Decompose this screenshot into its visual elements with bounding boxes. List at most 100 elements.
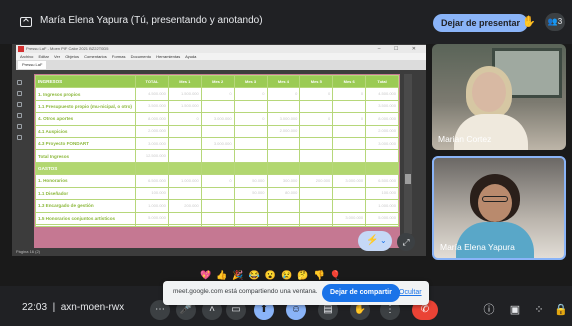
column-header: Mes 3 <box>233 74 268 89</box>
bookmark-icon[interactable] <box>17 91 22 96</box>
participant-name: María Elena Yapura <box>440 242 515 252</box>
table-cell <box>233 149 268 163</box>
scrollbar-thumb[interactable] <box>405 174 411 184</box>
stop-presenting-button[interactable]: Dejar de presentar <box>433 14 529 32</box>
table-row: 1. Honorarios 6.500.000 1.000.000 0 50.000 30… <box>35 174 399 188</box>
menu-item[interactable]: Herramientas <box>156 54 180 59</box>
table-cell: 2.000.000 <box>365 124 399 139</box>
meeting-code: axn-moen-rwx <box>60 302 125 313</box>
table-cell <box>266 99 301 114</box>
info-icon[interactable]: ⓘ <box>482 303 496 317</box>
section-row: GASTOS <box>35 161 399 176</box>
table-cell <box>299 199 334 213</box>
window-controls[interactable]: – ☐ ✕ <box>378 45 422 53</box>
table-cell <box>332 99 367 114</box>
table-cell <box>167 149 202 163</box>
table-cell <box>332 149 367 163</box>
table-cell: 0 <box>332 87 367 101</box>
chevron-down-icon[interactable]: ⌄ <box>380 235 387 247</box>
shared-screen: Pressu LaF - Moen PIF Calor 2021 BZ22T0D… <box>12 44 426 256</box>
hide-link[interactable]: Ocultar <box>399 289 422 296</box>
row-label: 1.1 Presupuesto propio (mu-nicipal, o ot… <box>35 99 136 114</box>
menu-item[interactable]: Editar <box>38 54 48 59</box>
table-cell: 8.000.000 <box>365 112 399 126</box>
menu-item[interactable]: Archivo <box>20 54 33 59</box>
table-cell: 1.500.000 <box>167 87 202 101</box>
participant-tile[interactable]: Marian Cortez <box>432 44 566 150</box>
participant-name: Marian Cortez <box>438 134 492 144</box>
table-cell: 50.000 <box>233 174 268 188</box>
table-row: 4.3 Proyecto FONDART 3.000.000 3.000.000 3.… <box>35 137 399 151</box>
menu-item[interactable]: Ver <box>54 54 60 59</box>
menu-item[interactable]: Formas <box>112 54 126 59</box>
window-title-bar: Pressu LaF - Moen PIF Calor 2021 BZ22T0D… <box>16 45 426 53</box>
vertical-scrollbar[interactable] <box>404 74 412 234</box>
table-cell: 5.000.000 <box>365 211 399 225</box>
table-cell <box>332 199 367 213</box>
menu-item[interactable]: Documento <box>131 54 151 59</box>
table-cell: 3.000.000 <box>200 112 235 126</box>
chat-icon[interactable]: ▣ <box>508 303 522 317</box>
table-cell <box>299 99 334 114</box>
table-cell: 3.000.000 <box>135 137 169 151</box>
table-cell <box>233 223 268 228</box>
meeting-info: 22:03 | axn-moen-rwx <box>22 302 125 313</box>
people-icon: 👥 <box>547 17 558 26</box>
people-count-button[interactable]: 👥3 <box>545 13 565 31</box>
layers-icon[interactable] <box>17 124 22 129</box>
hand-icon[interactable]: ✋ <box>522 15 536 29</box>
table-cell: 6.500.000 <box>135 174 169 188</box>
page-thumbnail-icon[interactable] <box>17 80 22 85</box>
expand-icon[interactable]: ⤢ <box>397 233 415 251</box>
comment-icon[interactable] <box>17 113 22 118</box>
budget-table: INGRESOS TOTAL Mes 1 Mes 2 Mes 3 Mes 4 M… <box>35 74 399 228</box>
participant-body <box>456 222 534 258</box>
table-cell: 1.000.000 <box>135 199 169 213</box>
table-cell <box>200 211 235 225</box>
menu-item[interactable]: Objetos <box>65 54 79 59</box>
table-cell: 3.000.000 <box>266 112 301 126</box>
table-cell <box>332 124 367 139</box>
table-cell: 0 <box>200 87 235 101</box>
pen-icon[interactable]: ⚡ <box>366 235 378 247</box>
row-label: 1.5 Honorarios conjuntos artísticos <box>35 211 136 225</box>
attachment-icon[interactable] <box>17 135 22 140</box>
row-label: 1.1 Diseñador <box>35 186 136 201</box>
table-cell <box>266 199 301 213</box>
menu-item[interactable]: Ayuda <box>185 54 196 59</box>
row-label: 1. Ingresos propios <box>35 87 136 101</box>
reaction-emojis[interactable]: 💖👍🎉😂😮😢🤔👎🎈 <box>200 269 420 281</box>
table-row: Total Ingresos 12.500.000 <box>35 149 399 163</box>
table-cell <box>167 137 202 151</box>
row-label <box>35 223 136 228</box>
table-cell: 3.000.000 <box>332 174 367 188</box>
table-cell: 100.000 <box>365 186 399 201</box>
table-cell: 1.500.000 <box>167 99 202 114</box>
table-cell <box>299 211 334 225</box>
document-tab[interactable]: Pressu LaF <box>18 61 47 69</box>
table-row: 4. Otros aportes 8.000.000 0 3.000.000 0 3.00… <box>35 112 399 126</box>
menu-item[interactable]: Comentarios <box>84 54 107 59</box>
column-header: TOTAL <box>135 74 169 89</box>
table-row: 4.1 Auspicios 2.000.000 2.000.000 2.000.000 <box>35 124 399 139</box>
table-cell: 4.500.000 <box>365 87 399 101</box>
table-row: 1. Ingresos propios 4.500.000 1.500.000 0 0 0… <box>35 87 399 101</box>
table-cell: 0 <box>299 87 334 101</box>
host-controls-icon[interactable]: 🔒 <box>554 303 568 317</box>
table-cell: 0 <box>332 112 367 126</box>
search-icon[interactable] <box>17 102 22 107</box>
participant-tile-self[interactable]: María Elena Yapura <box>432 156 566 260</box>
table-cell: 3.000.000 <box>332 211 367 225</box>
table-cell <box>233 99 268 114</box>
column-header: Total <box>365 74 399 89</box>
table-cell: 0 <box>167 112 202 126</box>
table-cell <box>266 137 301 151</box>
stop-sharing-button[interactable]: Dejar de compartir <box>322 284 400 302</box>
table-cell <box>332 186 367 201</box>
activities-icon[interactable]: ⁘ <box>532 303 546 317</box>
table-cell: 5.000.000 <box>135 211 169 225</box>
annotation-toolbar[interactable]: ⚡ ⌄ <box>358 231 392 251</box>
table-cell <box>200 149 235 163</box>
table-cell <box>233 211 268 225</box>
clock: 22:03 <box>22 302 48 313</box>
